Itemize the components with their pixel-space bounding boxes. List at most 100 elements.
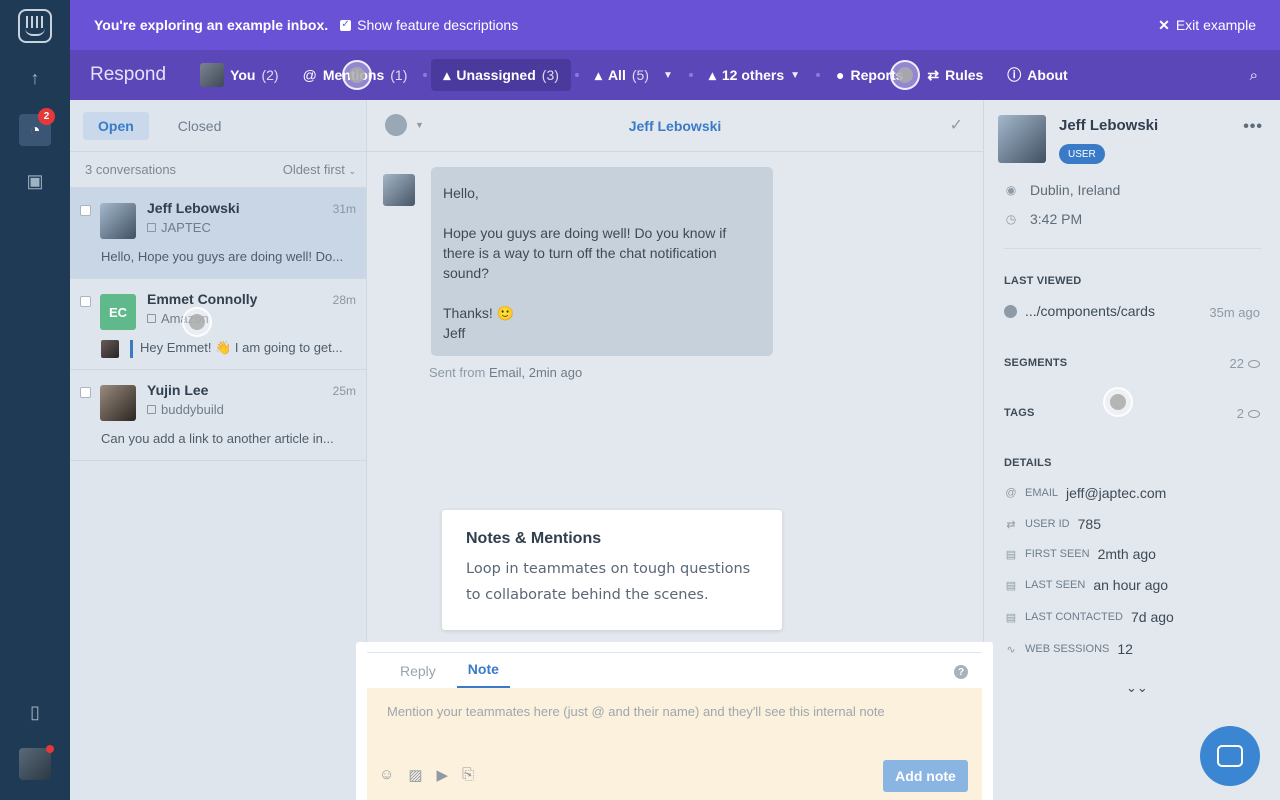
select-checkbox[interactable]	[80, 205, 91, 216]
message-bubble: Hello, Hope you guys are doing well! Do …	[431, 167, 773, 356]
detail-value: an hour ago	[1093, 577, 1169, 593]
nav-label: Unassigned	[456, 67, 536, 83]
feature-hotspot[interactable]	[342, 60, 372, 90]
conversation-list: Open Closed 3 conversations Oldest first…	[70, 100, 367, 800]
close-conversation-icon[interactable]: ✓	[950, 115, 963, 135]
intercom-logo-icon[interactable]	[18, 9, 52, 43]
conversation-time: 28m	[332, 293, 356, 307]
nav-you[interactable]: You (2)	[188, 59, 291, 91]
role-badge: USER	[1059, 144, 1105, 164]
conversation-time: 31m	[332, 202, 356, 216]
details-heading: DETAILS	[1004, 457, 1052, 469]
image-icon[interactable]: ▨	[408, 766, 422, 784]
add-note-button[interactable]: Add note	[883, 760, 968, 792]
assignee-dropdown[interactable]: ▼	[385, 114, 424, 136]
conversation-preview: Can you add a link to another article in…	[101, 431, 334, 446]
detail-value: 12	[1117, 641, 1133, 657]
attachment-icon[interactable]: ⎘	[462, 766, 474, 784]
eye-icon	[1248, 409, 1260, 418]
contact-name: Yujin Lee	[147, 382, 209, 398]
tab-reply[interactable]: Reply	[389, 663, 447, 688]
avatar	[383, 174, 415, 206]
contact-name: Emmet Connolly	[147, 291, 258, 307]
checkbox-icon[interactable]: ✓	[340, 19, 352, 31]
nav-all[interactable]: ▴ All (5) ▼	[583, 59, 685, 91]
select-checkbox[interactable]	[80, 296, 91, 307]
nav-others[interactable]: ▴ 12 others ▼	[697, 59, 812, 91]
at-icon: @	[1005, 487, 1017, 499]
nav-unassigned[interactable]: ▴ Unassigned (3)	[431, 59, 571, 91]
conversation-count: 3 conversations	[85, 162, 177, 177]
avatar	[100, 203, 136, 239]
detail-label: EMAIL	[1025, 487, 1059, 499]
activity-icon: ∿	[1006, 643, 1016, 656]
team-icon: ▴	[708, 66, 716, 83]
detail-first-seen: ▤ FIRST SEEN 2mth ago	[1004, 546, 1156, 562]
expand-details-icon[interactable]: ⌄⌄	[1126, 680, 1148, 696]
profile-name[interactable]: Jeff Lebowski	[1059, 117, 1158, 134]
tags-heading[interactable]: TAGS	[1004, 407, 1035, 419]
separator-dot	[423, 73, 428, 77]
more-options-icon[interactable]: •••	[1243, 118, 1263, 136]
calendar-icon: ▤	[1005, 548, 1017, 561]
detail-web-sessions: ∿ WEB SESSIONS 12	[1004, 641, 1133, 657]
nav-rules[interactable]: ⇄ Rules	[915, 59, 995, 91]
tab-closed[interactable]: Closed	[163, 112, 237, 140]
messenger-launcher[interactable]	[1200, 726, 1260, 786]
segments-count[interactable]: 22	[1230, 356, 1260, 371]
help-icon[interactable]: ?	[954, 665, 968, 679]
emoji-icon[interactable]: ☺	[379, 766, 394, 784]
user-avatar[interactable]	[19, 745, 54, 780]
separator-dot	[816, 73, 821, 77]
video-icon[interactable]: ▶	[437, 766, 449, 784]
feature-hotspot[interactable]	[182, 307, 212, 337]
nav-about[interactable]: ⓘ About	[995, 59, 1079, 91]
rocket-icon[interactable]: ↑	[19, 62, 51, 94]
inbox-nav-button[interactable]: ◔ 2	[19, 108, 55, 146]
segments-heading[interactable]: SEGMENTS	[1004, 357, 1067, 369]
calendar-icon: ▤	[1005, 579, 1017, 592]
note-input[interactable]: Mention your teammates here (just @ and …	[367, 688, 982, 800]
list-item[interactable]: Yujin Lee 25m buddybuild Can you add a l…	[70, 370, 366, 461]
chat-icon	[1217, 745, 1243, 767]
detail-label: LAST SEEN	[1025, 579, 1086, 591]
at-icon: @	[302, 67, 317, 83]
tags-count[interactable]: 2	[1237, 406, 1260, 421]
list-item[interactable]: Jeff Lebowski 31m JAPTEC Hello, Hope you…	[70, 188, 366, 279]
feature-hotspot[interactable]	[1103, 387, 1133, 417]
teammate-avatar	[101, 340, 119, 358]
search-users-icon[interactable]: ▣	[19, 165, 51, 197]
count: 22	[1229, 356, 1244, 371]
local-time-row: ◷ 3:42 PM	[1004, 211, 1082, 227]
banner-message: You're exploring an example inbox.	[94, 17, 329, 33]
feature-hotspot[interactable]	[890, 60, 920, 90]
globe-icon	[1004, 304, 1017, 318]
app-sidebar: ↑ ◔ 2 ▣ ▯	[0, 0, 70, 800]
person-icon	[385, 114, 407, 136]
company-name: buddybuild	[161, 402, 224, 417]
count: 2	[1236, 406, 1244, 421]
conversation-title[interactable]: Jeff Lebowski	[629, 118, 722, 134]
tab-open[interactable]: Open	[83, 111, 149, 140]
nav-label: Rules	[945, 67, 984, 83]
search-icon[interactable]: ⌕	[1250, 67, 1258, 84]
chevron-down-icon: ⌄	[348, 166, 356, 176]
sort-dropdown[interactable]: Oldest first ⌄	[283, 162, 356, 177]
detail-label: FIRST SEEN	[1025, 548, 1090, 560]
feature-descriptions-toggle[interactable]: ✓ Show feature descriptions	[340, 17, 518, 33]
detail-label: WEB SESSIONS	[1025, 643, 1110, 655]
chevron-down-icon[interactable]: ▼	[663, 70, 673, 81]
book-icon[interactable]: ▯	[19, 696, 51, 728]
detail-value[interactable]: jeff@japtec.com	[1066, 485, 1166, 501]
select-checkbox[interactable]	[80, 387, 91, 398]
detail-label: USER ID	[1025, 518, 1070, 530]
tab-note[interactable]: Note	[456, 661, 510, 688]
close-icon: ✕	[1158, 16, 1170, 33]
list-item[interactable]: EC Emmet Connolly 28m Amazon Hey Emmet! …	[70, 279, 366, 370]
page-path: .../components/cards	[1025, 303, 1155, 319]
exit-example-button[interactable]: ✕ Exit example	[1158, 17, 1256, 34]
team-icon: ▴	[594, 66, 602, 83]
clock-icon: ◷	[1005, 212, 1017, 226]
conversation-header: ▼ Jeff Lebowski ✓	[367, 100, 983, 152]
nav-count: (5)	[631, 67, 649, 83]
